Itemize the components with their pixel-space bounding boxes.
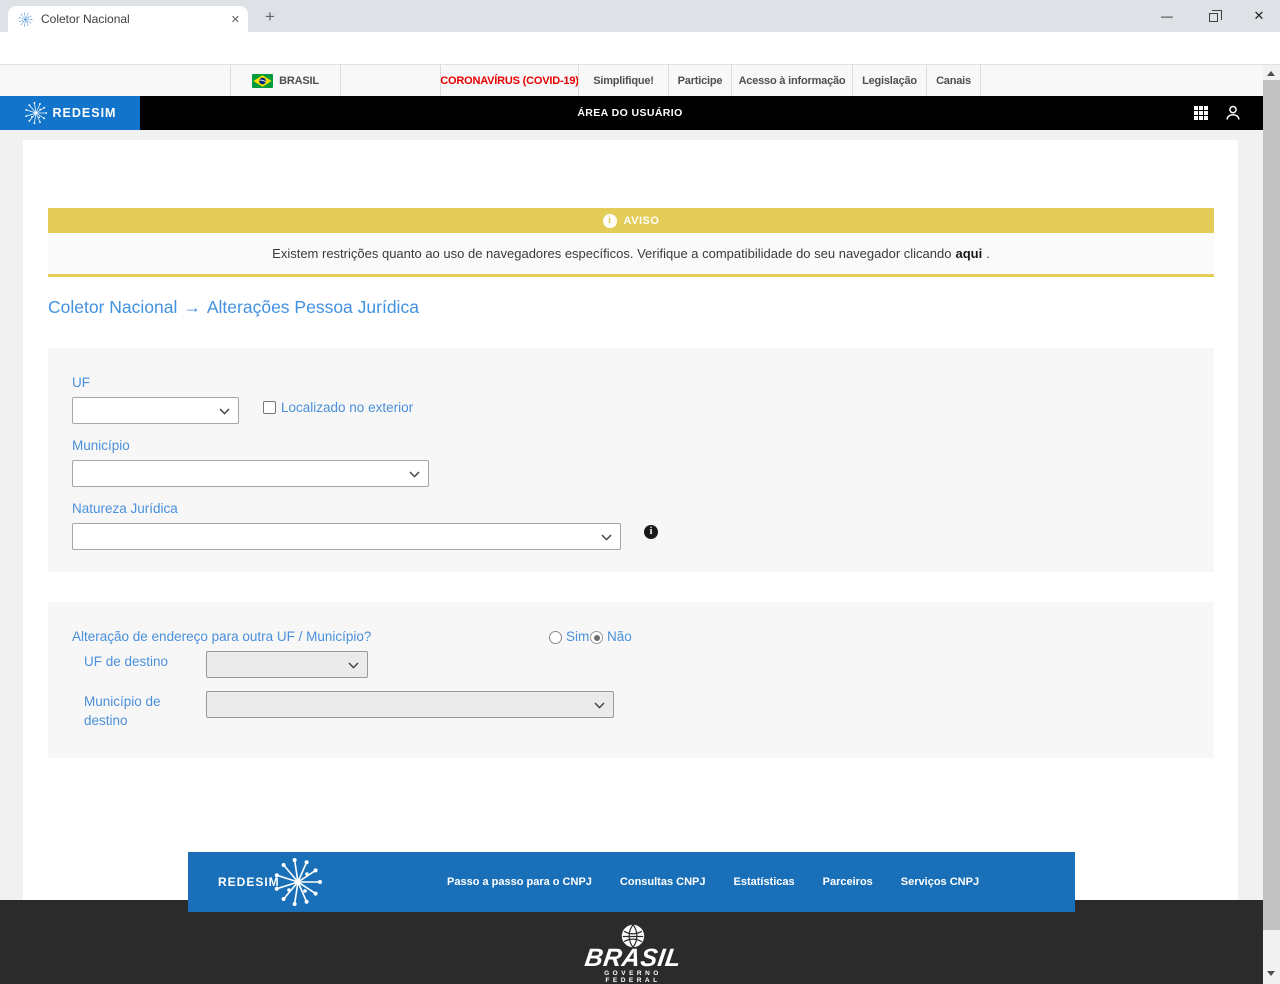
redesim-logo[interactable]: REDESIM (0, 96, 140, 130)
page-title-right: Alterações Pessoa Jurídica (207, 297, 419, 317)
natureza-select[interactable] (72, 523, 621, 550)
address-change-question: Alteração de endereço para outra UF / Mu… (72, 629, 371, 644)
scrollbar-thumb[interactable] (1263, 80, 1280, 930)
uf-destino-label: UF de destino (84, 654, 168, 669)
brasil-wordmark: BRASIL (576, 944, 690, 973)
window-minimize-button[interactable]: — (1144, 0, 1190, 32)
window-restore-button[interactable] (1190, 0, 1236, 32)
notice-banner-header: i AVISO (48, 208, 1214, 233)
govbar-brasil-label: BRASIL (279, 75, 319, 87)
radio-nao-label[interactable]: Não (607, 629, 632, 644)
scroll-up-arrow-icon[interactable] (1267, 71, 1275, 76)
govbar-item-legislacao[interactable]: Legislação (852, 65, 926, 96)
footer-redesim-wordmark: REDESIM (218, 875, 280, 889)
page-scrollbar[interactable] (1263, 65, 1280, 984)
redesim-wordmark: REDESIM (53, 106, 117, 120)
uf-label: UF (72, 375, 90, 390)
brasil-governo-federal-logo: BRASIL GOVERNO FEDERAL (578, 922, 688, 980)
footer-redesim-logo: REDESIM (218, 856, 324, 908)
govbar-item-canais[interactable]: Canais (926, 65, 981, 96)
municipio-select[interactable] (72, 460, 429, 487)
municipio-destino-label: Município de destino (84, 692, 196, 730)
uf-select[interactable] (72, 397, 239, 424)
chevron-down-icon (348, 662, 359, 669)
blue-footer-bar: REDESIM Passo a passo para o CNPJ Consul… (188, 852, 1075, 912)
exterior-checkbox[interactable] (263, 401, 276, 414)
footer-link-passo-a-passo[interactable]: Passo a passo para o CNPJ (447, 876, 592, 888)
info-icon: i (603, 214, 617, 228)
address-change-form-section (48, 602, 1214, 758)
redesim-starburst-icon (24, 101, 48, 125)
browser-toolbar: ← → ↻ www38.receita.fazenda.gov.br/redes… (0, 32, 1280, 65)
brazil-flag-icon (252, 74, 273, 88)
page-title-left: Coletor Nacional (48, 297, 177, 317)
tab-title: Coletor Nacional (41, 12, 231, 26)
governo-federal-label: GOVERNO FEDERAL (578, 970, 688, 984)
restore-icon (1209, 13, 1218, 22)
apps-grid-icon[interactable] (1194, 106, 1208, 120)
scroll-down-arrow-icon[interactable] (1267, 971, 1275, 976)
natureza-label: Natureza Jurídica (72, 501, 178, 516)
govbar-spacer (340, 65, 440, 96)
user-area-link[interactable]: ÁREA DO USUÁRIO (577, 96, 682, 130)
exterior-label[interactable]: Localizado no exterior (281, 400, 413, 415)
municipio-label: Município (72, 438, 130, 453)
new-tab-button[interactable]: + (258, 5, 282, 29)
footer-link-parceiros[interactable]: Parceiros (823, 876, 873, 888)
notice-title: AVISO (624, 215, 660, 227)
tab-close-icon[interactable]: ✕ (231, 13, 240, 26)
radio-sim-label[interactable]: Sim (566, 629, 589, 644)
uf-destino-select (206, 651, 368, 678)
gov-top-bar: BRASIL CORONAVÍRUS (COVID-19) Simplifiqu… (0, 65, 1280, 96)
chevron-down-icon (601, 534, 612, 541)
chevron-down-icon (594, 702, 605, 709)
arrow-icon: → (177, 297, 207, 317)
radio-sim[interactable] (549, 631, 562, 644)
notice-text: Existem restrições quanto ao uso de nave… (272, 246, 951, 261)
window-close-button[interactable]: ✕ (1236, 0, 1280, 32)
notice-banner-body: Existem restrições quanto ao uso de nave… (48, 233, 1214, 277)
notice-link[interactable]: aqui (955, 246, 982, 261)
browser-tab[interactable]: Coletor Nacional ✕ (8, 6, 248, 32)
natureza-info-icon[interactable]: i (644, 525, 658, 539)
tab-favicon (18, 12, 33, 27)
footer-link-consultas-cnpj[interactable]: Consultas CNPJ (620, 876, 706, 888)
govbar-item-simplifique[interactable]: Simplifique! (578, 65, 668, 96)
chevron-down-icon (409, 471, 420, 478)
browser-titlebar: Coletor Nacional ✕ + — ✕ (0, 0, 1280, 32)
municipio-destino-select (206, 691, 614, 718)
footer-link-servicos-cnpj[interactable]: Serviços CNPJ (901, 876, 979, 888)
notice-suffix: . (986, 246, 990, 261)
govbar-item-acesso[interactable]: Acesso à informação (731, 65, 852, 96)
radio-nao[interactable] (590, 631, 603, 644)
site-header: REDESIM ÁREA DO USUÁRIO (0, 96, 1280, 130)
user-person-icon[interactable] (1224, 104, 1242, 127)
page-title: Coletor Nacional→Alterações Pessoa Juríd… (48, 297, 419, 318)
govbar-brasil[interactable]: BRASIL (230, 65, 340, 96)
footer-link-estatisticas[interactable]: Estatísticas (733, 876, 794, 888)
govbar-item-coronavirus[interactable]: CORONAVÍRUS (COVID-19) (440, 65, 578, 96)
chevron-down-icon (219, 408, 230, 415)
govbar-item-participe[interactable]: Participe (668, 65, 731, 96)
